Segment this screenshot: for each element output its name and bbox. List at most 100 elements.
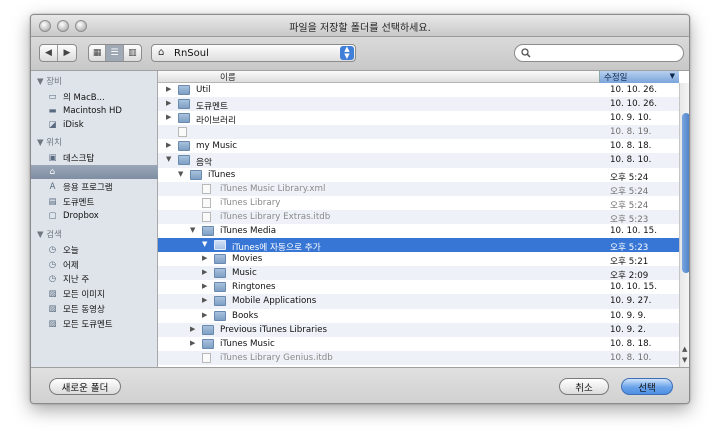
file-row[interactable]: iTunes Library Genius.itdb 10. 8. 10. [158, 350, 679, 365]
disclosure-closed-icon[interactable]: ▶ [202, 282, 207, 290]
folder-row[interactable]: ▶ Music 오후 2:09 [158, 266, 679, 282]
folder-icon [178, 85, 190, 95]
folder-row[interactable]: ▶ 라이브러리 10. 9. 10. [158, 111, 679, 126]
sidebar-item[interactable]: ◪ iDisk [47, 118, 157, 132]
smart-folder-icon: ▨ [48, 304, 57, 314]
sidebar-item[interactable]: ◷ 지난 주 [47, 272, 157, 286]
disclosure-closed-icon[interactable]: ▶ [166, 85, 171, 93]
name-column-header[interactable]: 이름 [220, 71, 236, 83]
sidebar-item[interactable]: ▭ 의 MacB... [47, 90, 157, 104]
back-icon[interactable]: ◀ [40, 45, 58, 61]
item-date: 10. 9. 27. [610, 296, 652, 307]
folder-row[interactable]: ▼ iTunes Media 10. 10. 15. [158, 224, 679, 238]
disclosure-closed-icon[interactable]: ▶ [202, 268, 207, 276]
date-column-label: 수정일 [604, 73, 628, 83]
folder-row[interactable]: ▶ iTunes Music 10. 8. 18. [158, 337, 679, 351]
folder-row[interactable]: ▶ Previous iTunes Libraries 10. 9. 2. [158, 322, 679, 337]
sidebar-item[interactable]: ◷ 어제 [47, 258, 157, 272]
sidebar-item[interactable]: ◷ 오늘 [47, 243, 157, 257]
location-popup[interactable]: ⌂ RnSoul ▲ ▼ [151, 44, 356, 62]
sidebar-section-header[interactable]: ▼ 검색 [37, 228, 62, 240]
scroll-down-icon[interactable]: ▼ [682, 356, 687, 364]
hard-drive-icon: ▬ [48, 106, 57, 116]
file-row[interactable]: iTunes Music Library.xml 오후 5:24 [158, 181, 679, 197]
sidebar-item[interactable]: A 응용 프로그램 [47, 180, 157, 194]
folder-row[interactable]: ▶ Books 10. 9. 9. [158, 309, 679, 323]
sidebar-item[interactable]: ⌂ [31, 165, 158, 179]
folder-row[interactable]: ▼ 음악 10. 8. 10. [158, 153, 679, 168]
file-row[interactable]: iTunes Library 오후 5:24 [158, 196, 679, 211]
sidebar-item[interactable]: ▤ 도큐멘트 [47, 195, 157, 209]
item-name: Music [232, 268, 257, 279]
forward-icon[interactable]: ▶ [58, 45, 76, 61]
folder-row[interactable]: ▶ Util 10. 10. 26. [158, 83, 679, 97]
disclosure-open-icon[interactable]: ▼ [190, 226, 195, 234]
folder-icon [178, 99, 190, 110]
home-icon: ⌂ [158, 47, 165, 58]
new-folder-button[interactable]: 새로운 폴더 [49, 378, 121, 395]
sidebar-item[interactable]: ▢ Dropbox [47, 209, 157, 223]
disclosure-closed-icon[interactable]: ▶ [166, 113, 171, 121]
vertical-scrollbar[interactable]: ▲ ▼ [679, 83, 689, 367]
applications-icon: A [49, 182, 56, 192]
folder-row[interactable]: ▶ Mobile Applications 10. 9. 27. [158, 294, 679, 309]
choose-button[interactable]: 선택 [621, 378, 673, 395]
sidebar-item-label: 지난 주 [63, 275, 90, 285]
sidebar-item[interactable]: ▨ 모든 동영상 [47, 302, 157, 316]
dropbox-icon: ▢ [48, 211, 57, 221]
column-view-icon[interactable]: ▥ [124, 45, 141, 61]
folder-icon [214, 254, 226, 265]
date-column-header[interactable]: 수정일 ▼ [599, 71, 679, 83]
search-input[interactable] [533, 47, 673, 59]
item-date: 오후 2:09 [610, 271, 649, 282]
item-name: iTunes Library Extras.itdb [220, 211, 331, 222]
item-name: Util [196, 85, 211, 95]
sidebar-item[interactable]: ▨ 모든 이미지 [47, 287, 157, 301]
item-date: 오후 5:24 [610, 200, 649, 211]
folder-row[interactable]: ▶ Ringtones 10. 10. 15. [158, 280, 679, 294]
folder-row[interactable]: ▼ iTunes에 자동으로 추가 오후 5:23 [158, 238, 679, 254]
cancel-button[interactable]: 취소 [559, 378, 609, 395]
clock-icon: ◷ [48, 245, 57, 255]
sidebar-item-label: 모든 도큐멘트 [63, 320, 113, 330]
sidebar: ▼ 장비 ▭ 의 MacB... ▬ Macintosh HD ◪ iDisk ▼ 위치 ▣ 데스… [31, 71, 158, 367]
list-view-icon[interactable]: ☰ [106, 45, 124, 61]
scrollbar-thumb[interactable] [682, 113, 689, 273]
disclosure-open-icon[interactable]: ▼ [178, 170, 183, 178]
disclosure-closed-icon[interactable]: ▶ [190, 325, 195, 333]
folder-icon [214, 310, 226, 321]
folder-icon [214, 296, 226, 307]
folder-row[interactable]: ▶ Movies 오후 5:21 [158, 252, 679, 268]
disclosure-closed-icon[interactable]: ▶ [202, 311, 207, 319]
sidebar-item[interactable]: ▬ Macintosh HD [47, 104, 157, 118]
sidebar-section-header[interactable]: ▼ 위치 [37, 136, 62, 148]
item-date: 오후 5:21 [610, 257, 649, 268]
sidebar-section-header[interactable]: ▼ 장비 [37, 75, 62, 87]
icon-view-icon[interactable]: ▦ [89, 45, 107, 61]
disclosure-closed-icon[interactable]: ▶ [202, 254, 207, 262]
item-name: 도큐멘트 [196, 102, 228, 113]
file-row[interactable]: iTunes Library Extras.itdb 오후 5:23 [158, 209, 679, 225]
sidebar-item[interactable]: ▣ 데스크탑 [47, 151, 157, 165]
folder-row[interactable]: ▼ iTunes 오후 5:24 [158, 168, 679, 183]
item-name: iTunes [208, 169, 236, 180]
disclosure-closed-icon[interactable]: ▶ [202, 296, 207, 304]
item-name: iTunes Media [220, 225, 277, 236]
folder-row[interactable]: ▶ my Music 10. 8. 18. [158, 139, 679, 153]
location-label: RnSoul [174, 48, 209, 59]
item-name: iTunes에 자동으로 추가 [232, 243, 321, 254]
scroll-up-icon[interactable]: ▲ [682, 345, 687, 353]
disclosure-open-icon[interactable]: ▼ [166, 155, 171, 163]
disclosure-closed-icon[interactable]: ▶ [166, 141, 171, 149]
file-row[interactable]: 10. 8. 19. [158, 125, 679, 140]
sidebar-item[interactable]: ▨ 모든 도큐멘트 [47, 317, 157, 331]
disclosure-open-icon[interactable]: ▼ [202, 240, 207, 248]
item-name: iTunes Library [220, 197, 281, 208]
disclosure-closed-icon[interactable]: ▶ [190, 339, 195, 347]
search-field[interactable] [514, 44, 684, 62]
sidebar-item-label: 어제 [63, 261, 79, 271]
item-date: 10. 8. 10. [610, 155, 652, 166]
sort-descending-icon: ▼ [669, 72, 675, 80]
disclosure-closed-icon[interactable]: ▶ [166, 99, 171, 107]
folder-row[interactable]: ▶ 도큐멘트 10. 10. 26. [158, 97, 679, 113]
